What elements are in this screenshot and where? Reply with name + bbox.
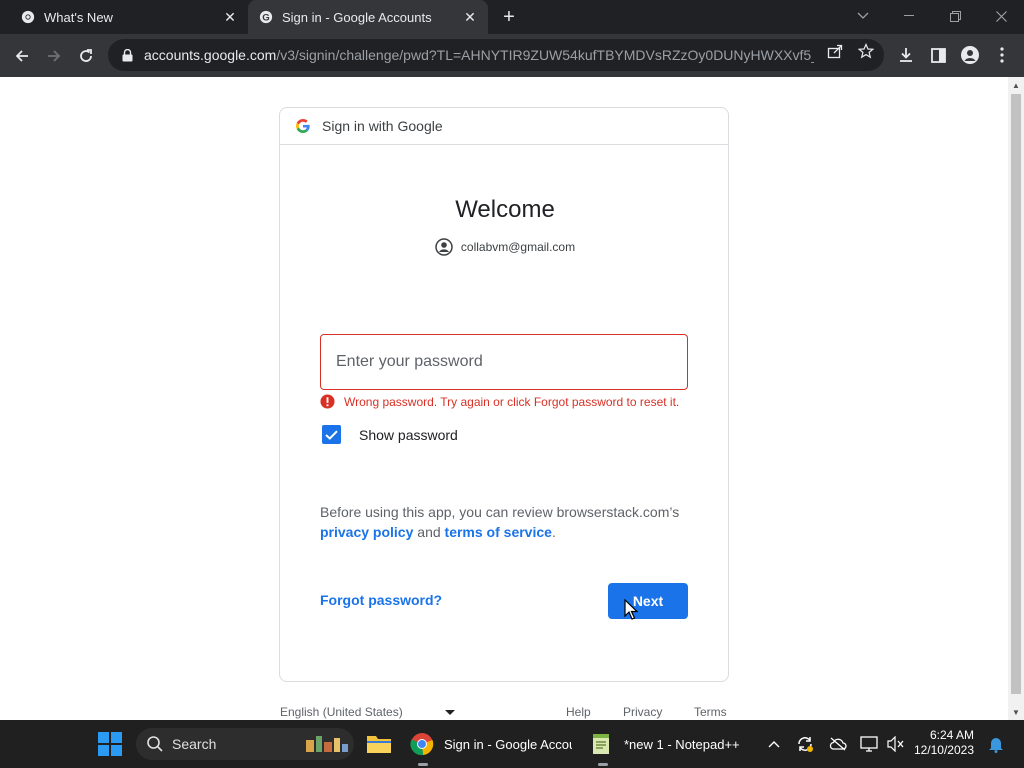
account-email: collabvm@gmail.com <box>460 240 576 254</box>
taskbar-app-notepadpp[interactable]: *new 1 - Notepad++ <box>590 720 750 768</box>
svg-text:G: G <box>262 13 269 24</box>
taskbar-app-chrome[interactable]: Sign in - Google Accour <box>410 720 580 768</box>
profile-icon[interactable] <box>959 44 981 66</box>
url-path: /v3/signin/challenge/pwd?TL=AHNYTIR9ZUW5… <box>276 47 814 63</box>
taskbar-clock[interactable]: 6:24 AM 12/10/2023 <box>912 728 974 758</box>
account-chip[interactable]: collabvm@gmail.com <box>280 238 730 256</box>
start-button[interactable] <box>98 720 126 768</box>
notification-bell-icon[interactable] <box>986 734 1006 754</box>
tab-search-icon[interactable] <box>840 0 886 32</box>
show-password-checkbox[interactable]: Show password <box>322 425 458 444</box>
file-explorer-button[interactable] <box>366 720 394 768</box>
language-label: English (United States) <box>280 705 403 719</box>
page-content: Sign in with Google Welcome collabvm@gma… <box>0 77 1008 720</box>
tab-title: Sign in - Google Accounts <box>282 9 432 25</box>
chrome-icon <box>20 9 36 25</box>
tab-whats-new[interactable]: What's New ✕ <box>0 0 248 34</box>
terms-link[interactable]: Terms <box>694 705 727 719</box>
share-icon[interactable] <box>826 42 844 60</box>
page-title: Welcome <box>455 196 555 223</box>
policy-text: Before using this app, you can review br… <box>320 502 700 542</box>
checkbox-checked-icon[interactable] <box>322 425 341 444</box>
language-select[interactable]: English (United States) <box>280 705 455 719</box>
show-password-label: Show password <box>359 426 458 443</box>
close-icon[interactable]: ✕ <box>220 7 240 27</box>
password-input[interactable] <box>320 334 688 390</box>
caret-down-icon <box>444 709 455 715</box>
scrollbar-thumb[interactable] <box>1011 94 1021 694</box>
chrome-icon <box>410 733 434 756</box>
volume-muted-icon[interactable] <box>886 734 906 754</box>
password-error: Wrong password. Try again or click Forgo… <box>320 394 679 409</box>
tab-strip: What's New ✕ G Sign in - Google Accounts… <box>0 0 1024 34</box>
cloud-offline-icon[interactable] <box>828 734 848 754</box>
lock-icon[interactable] <box>122 48 136 62</box>
mouse-cursor-icon <box>624 599 638 620</box>
clock-time: 6:24 AM <box>929 728 974 742</box>
card-header: Sign in with Google <box>280 108 728 145</box>
scroll-up-arrow-icon[interactable]: ▲ <box>1008 77 1024 93</box>
privacy-policy-link[interactable]: privacy policy <box>320 524 413 540</box>
display-icon[interactable] <box>859 734 879 754</box>
new-tab-button[interactable]: + <box>498 6 520 28</box>
download-icon[interactable] <box>895 44 917 66</box>
url-host: accounts.google.com <box>144 47 277 63</box>
taskbar-app-label: Sign in - Google Accour <box>444 736 572 752</box>
taskbar-app-label: *new 1 - Notepad++ <box>624 736 740 752</box>
forward-button[interactable] <box>39 41 69 71</box>
error-text: Wrong password. Try again or click Forgo… <box>344 394 680 409</box>
running-indicator <box>418 763 428 766</box>
account-circle-icon <box>435 238 453 256</box>
card-header-title: Sign in with Google <box>322 118 443 134</box>
tab-title: What's New <box>44 9 113 25</box>
close-window-button[interactable] <box>978 0 1024 32</box>
bookmark-star-icon[interactable] <box>857 42 875 60</box>
browser-toolbar: accounts.google.com/v3/signin/challenge/… <box>0 34 1024 77</box>
running-indicator <box>598 763 608 766</box>
page-footer: English (United States) Help Privacy Ter… <box>279 705 729 720</box>
page-scrollbar[interactable]: ▲ ▼ <box>1008 77 1024 720</box>
policy-and: and <box>413 524 445 540</box>
policy-prefix: Before using this app, you can review br… <box>320 504 680 520</box>
search-highlight-icon <box>306 736 348 752</box>
taskbar-search[interactable]: Search <box>136 728 354 760</box>
back-button[interactable] <box>7 41 37 71</box>
side-panel-icon[interactable] <box>927 44 949 66</box>
search-icon <box>147 736 163 752</box>
url-text: accounts.google.com/v3/signin/challenge/… <box>144 47 814 63</box>
terms-of-service-link[interactable]: terms of service <box>445 524 552 540</box>
notepadpp-icon <box>593 734 609 754</box>
tab-sign-in[interactable]: G Sign in - Google Accounts ✕ <box>248 0 488 34</box>
privacy-link[interactable]: Privacy <box>623 705 662 719</box>
error-icon <box>320 394 335 409</box>
search-label: Search <box>172 736 217 752</box>
windows-taskbar: Search Sign in - Google Accour *new 1 - … <box>0 720 1024 768</box>
menu-kebab-icon[interactable] <box>991 44 1013 66</box>
reload-button[interactable] <box>71 41 101 71</box>
chevron-up-icon[interactable] <box>764 734 784 754</box>
folder-icon <box>367 736 391 753</box>
scroll-down-arrow-icon[interactable]: ▼ <box>1008 704 1024 720</box>
google-icon: G <box>258 9 274 25</box>
clock-date: 12/10/2023 <box>913 743 974 757</box>
minimize-button[interactable] <box>886 0 932 32</box>
help-link[interactable]: Help <box>566 705 591 719</box>
policy-suffix: . <box>551 524 556 540</box>
close-icon[interactable]: ✕ <box>460 7 480 27</box>
google-logo-icon <box>296 119 310 133</box>
windows-logo-icon <box>98 732 122 756</box>
address-bar[interactable]: accounts.google.com/v3/signin/challenge/… <box>108 39 884 71</box>
restore-button[interactable] <box>932 0 978 32</box>
signin-card: Sign in with Google Welcome collabvm@gma… <box>279 107 729 682</box>
sync-icon[interactable] <box>795 734 815 754</box>
forgot-password-link[interactable]: Forgot password? <box>320 592 442 608</box>
next-button[interactable]: Next <box>608 583 688 619</box>
